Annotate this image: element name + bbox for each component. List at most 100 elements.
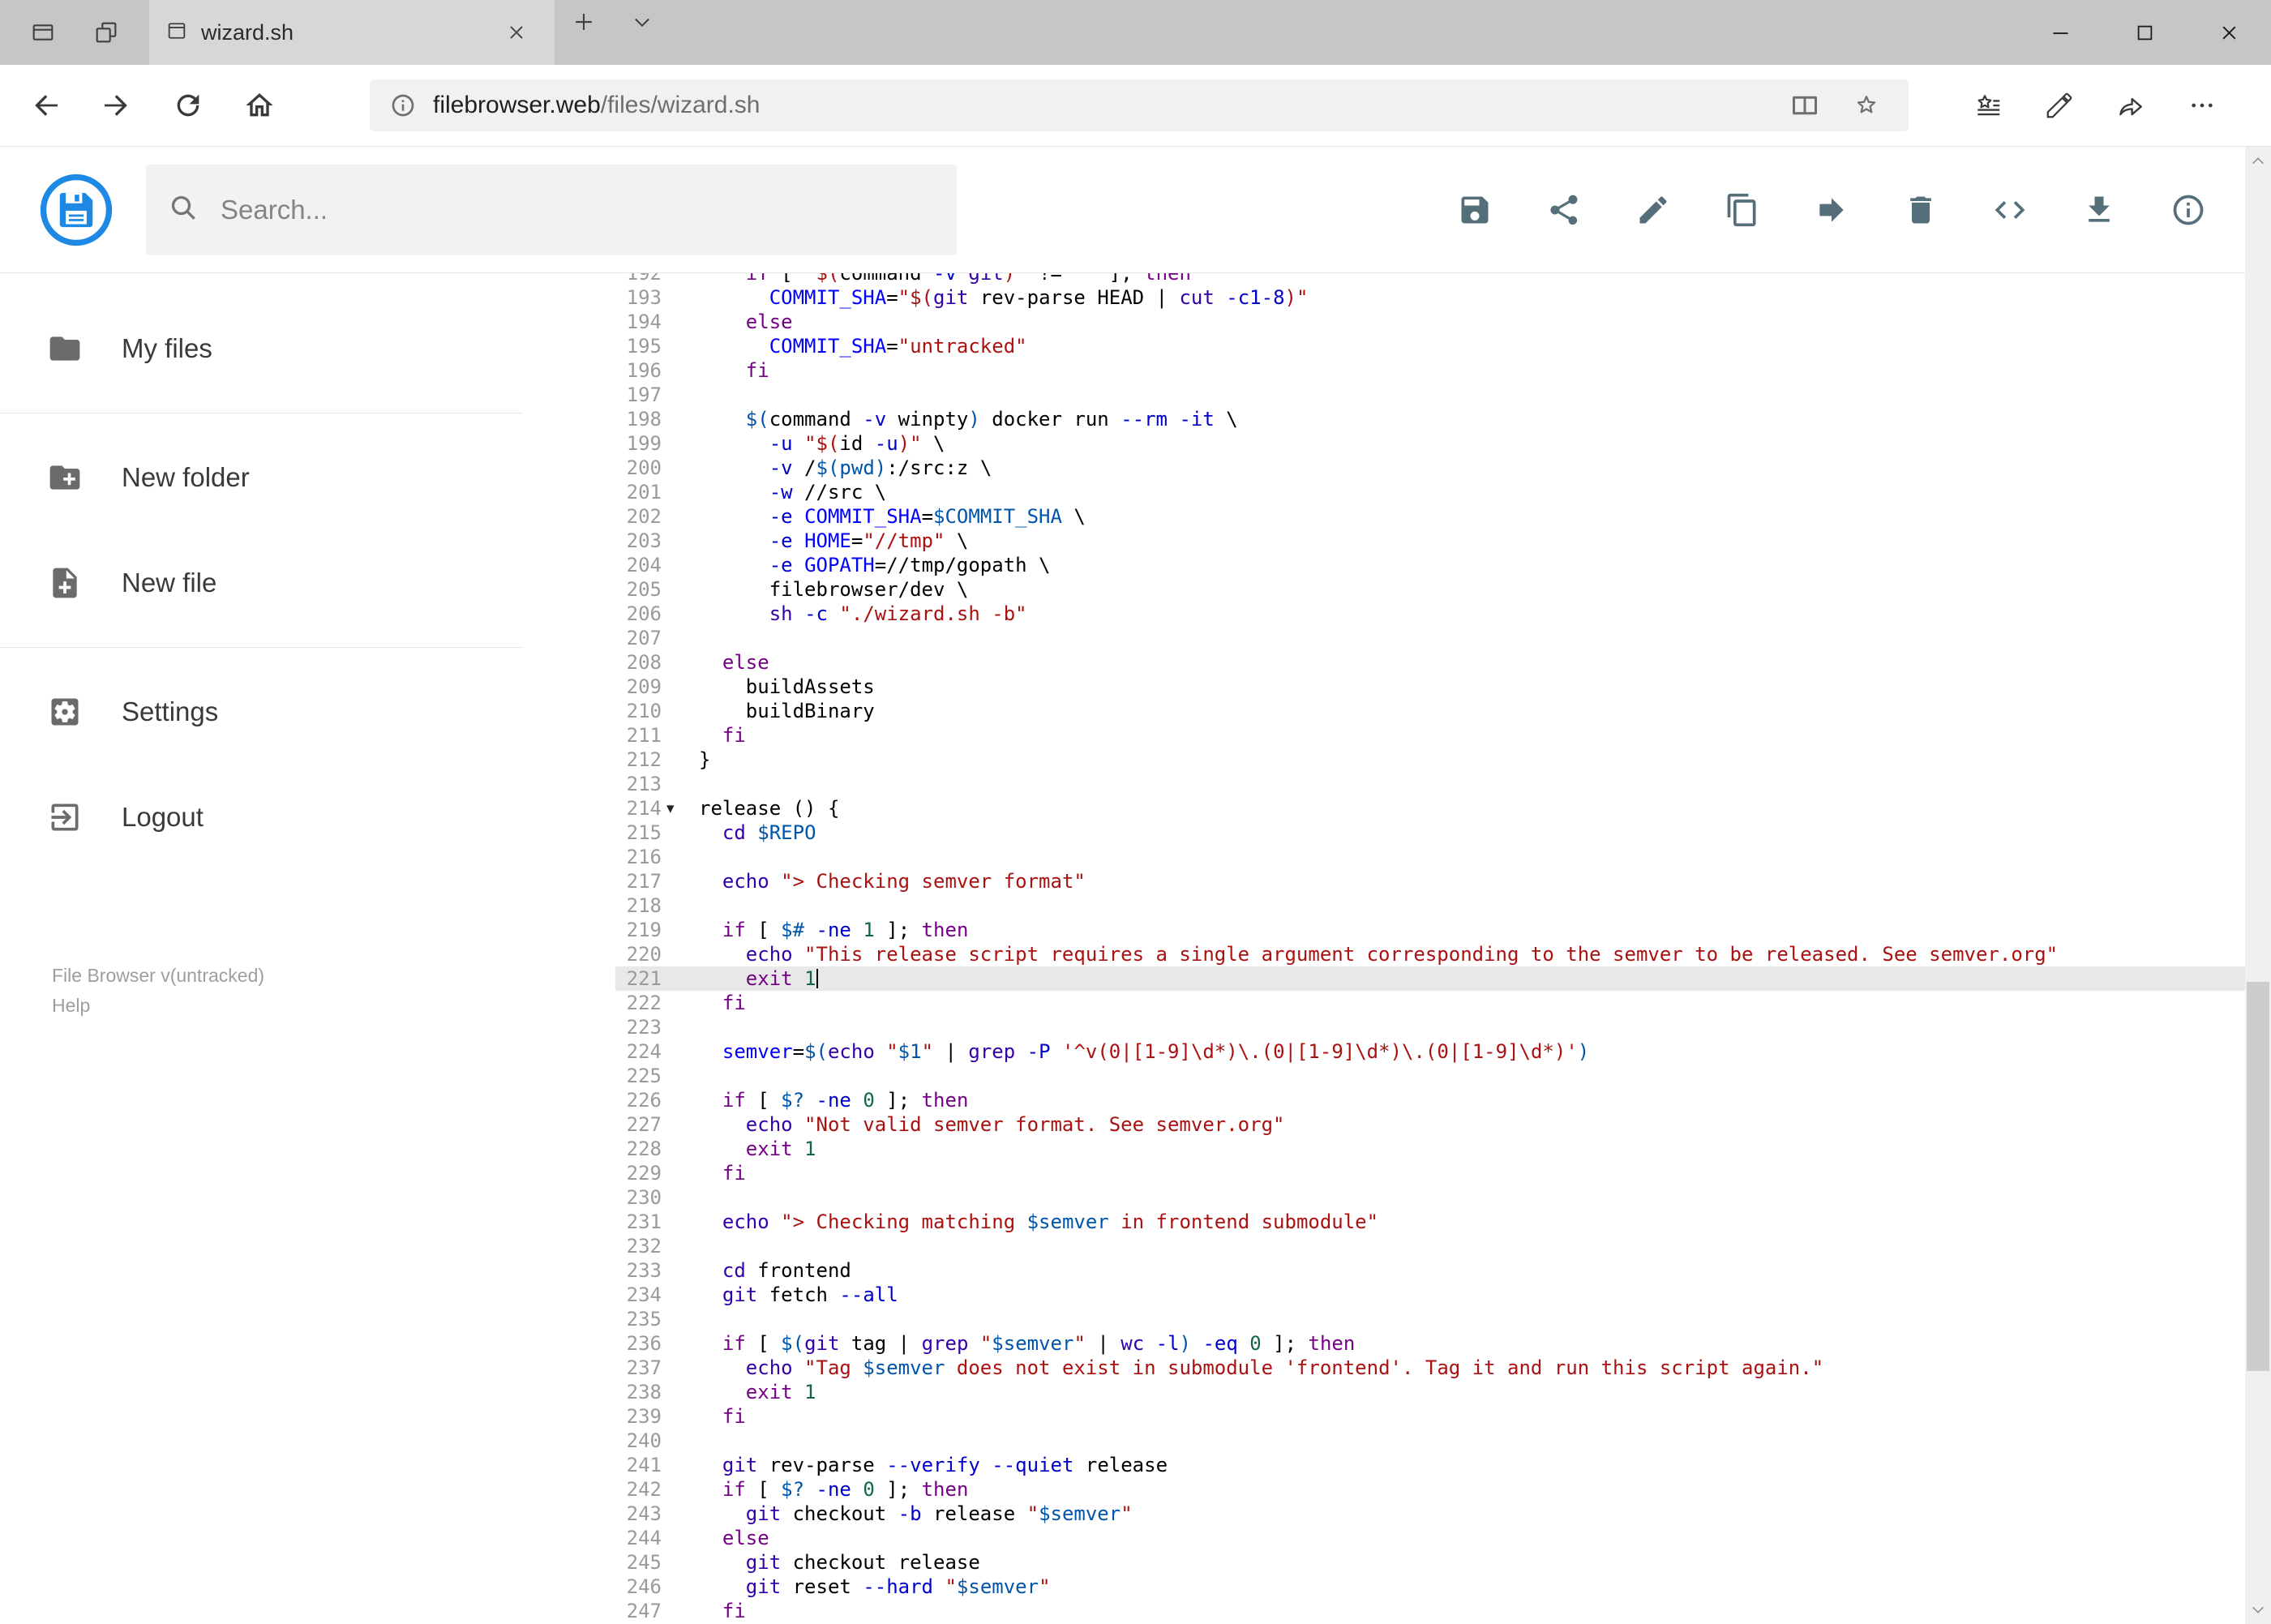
- share-page-button[interactable]: [2095, 70, 2166, 141]
- scroll-down-button[interactable]: [2245, 1596, 2271, 1622]
- code-line-242[interactable]: 242 if [ $? -ne 0 ]; then: [615, 1477, 2245, 1502]
- code-line-195[interactable]: 195 COMMIT_SHA="untracked": [615, 334, 2245, 358]
- code-line-214[interactable]: 214 ▾ release () {: [615, 796, 2245, 821]
- code-line-196[interactable]: 196 fi: [615, 358, 2245, 383]
- code-line-209[interactable]: 209 buildAssets: [615, 675, 2245, 699]
- code-line-244[interactable]: 244 else: [615, 1526, 2245, 1550]
- code-line-220[interactable]: 220 echo "This release script requires a…: [615, 942, 2245, 966]
- line-number: 205: [626, 578, 662, 601]
- code-line-205[interactable]: 205 filebrowser/dev \: [615, 577, 2245, 602]
- scroll-up-button[interactable]: [2245, 148, 2271, 174]
- code-line-198[interactable]: 198 $(command -v winpty) docker run --rm…: [615, 407, 2245, 431]
- favorite-button[interactable]: [1836, 81, 1897, 130]
- code-editor[interactable]: 192 if [ "$(command -v git)" != "" ]; th…: [615, 273, 2245, 1624]
- code-line-204[interactable]: 204 -e GOPATH=//tmp/gopath \: [615, 553, 2245, 577]
- save-button[interactable]: [1457, 192, 1493, 228]
- vertical-scrollbar[interactable]: [2245, 147, 2271, 1624]
- code-line-210[interactable]: 210 buildBinary: [615, 699, 2245, 723]
- search-bar[interactable]: Search...: [146, 164, 957, 255]
- annotate-button[interactable]: [2024, 70, 2095, 141]
- code-line-239[interactable]: 239 fi: [615, 1404, 2245, 1429]
- help-link[interactable]: Help: [52, 991, 264, 1021]
- code-line-217[interactable]: 217 echo "> Checking semver format": [615, 869, 2245, 893]
- more-button[interactable]: [2166, 70, 2238, 141]
- code-line-228[interactable]: 228 exit 1: [615, 1137, 2245, 1161]
- code-line-236[interactable]: 236 if [ $(git tag | grep "$semver" | wc…: [615, 1331, 2245, 1356]
- code-line-208[interactable]: 208 else: [615, 650, 2245, 675]
- address-bar[interactable]: filebrowser.web/files/wizard.sh: [370, 79, 1909, 131]
- sidebar-item-settings[interactable]: Settings: [0, 659, 523, 765]
- info-button[interactable]: [2170, 192, 2206, 228]
- code-line-225[interactable]: 225: [615, 1064, 2245, 1088]
- code-line-192[interactable]: 192 if [ "$(command -v git)" != "" ]; th…: [615, 273, 2245, 285]
- copy-button[interactable]: [1725, 192, 1760, 228]
- reading-view-button[interactable]: [1774, 81, 1836, 130]
- site-info-button[interactable]: [381, 92, 425, 118]
- code-line-222[interactable]: 222 fi: [615, 991, 2245, 1015]
- code-line-235[interactable]: 235: [615, 1307, 2245, 1331]
- code-line-215[interactable]: 215 cd $REPO: [615, 821, 2245, 845]
- code-line-240[interactable]: 240: [615, 1429, 2245, 1453]
- code-line-243[interactable]: 243 git checkout -b release "$semver": [615, 1502, 2245, 1526]
- close-button[interactable]: [2187, 0, 2271, 65]
- code-line-216[interactable]: 216: [615, 845, 2245, 869]
- maximize-button[interactable]: [2102, 0, 2187, 65]
- code-line-232[interactable]: 232: [615, 1234, 2245, 1258]
- code-line-238[interactable]: 238 exit 1: [615, 1380, 2245, 1404]
- code-line-223[interactable]: 223: [615, 1015, 2245, 1039]
- scrollbar-thumb[interactable]: [2247, 982, 2269, 1371]
- code-line-229[interactable]: 229 fi: [615, 1161, 2245, 1185]
- share-button[interactable]: [1546, 192, 1582, 228]
- tab-preview-button[interactable]: [21, 11, 65, 54]
- browser-tab[interactable]: wizard.sh: [149, 0, 555, 65]
- fold-marker-icon[interactable]: ▾: [662, 796, 699, 821]
- code-line-245[interactable]: 245 git checkout release: [615, 1550, 2245, 1575]
- sidebar-item-new-file[interactable]: New file: [0, 530, 523, 636]
- code-line-221[interactable]: 221 exit 1: [615, 966, 2245, 991]
- code-line-197[interactable]: 197: [615, 383, 2245, 407]
- set-tabs-aside-button[interactable]: [84, 11, 128, 54]
- move-button[interactable]: [1814, 192, 1849, 228]
- forward-button[interactable]: [81, 70, 152, 141]
- sidebar-item-logout[interactable]: Logout: [0, 765, 523, 870]
- code-line-234[interactable]: 234 git fetch --all: [615, 1283, 2245, 1307]
- delete-button[interactable]: [1903, 192, 1939, 228]
- code-line-211[interactable]: 211 fi: [615, 723, 2245, 748]
- code-line-200[interactable]: 200 -v /$(pwd):/src:z \: [615, 456, 2245, 480]
- code-line-246[interactable]: 246 git reset --hard "$semver": [615, 1575, 2245, 1599]
- code-line-193[interactable]: 193 COMMIT_SHA="$(git rev-parse HEAD | c…: [615, 285, 2245, 310]
- code-line-203[interactable]: 203 -e HOME="//tmp" \: [615, 529, 2245, 553]
- code-line-206[interactable]: 206 sh -c "./wizard.sh -b": [615, 602, 2245, 626]
- code-line-194[interactable]: 194 else: [615, 310, 2245, 334]
- minimize-button[interactable]: [2018, 0, 2102, 65]
- code-line-219[interactable]: 219 if [ $# -ne 1 ]; then: [615, 918, 2245, 942]
- code-line-233[interactable]: 233 cd frontend: [615, 1258, 2245, 1283]
- edit-button[interactable]: [1635, 192, 1671, 228]
- code-line-207[interactable]: 207: [615, 626, 2245, 650]
- code-line-226[interactable]: 226 if [ $? -ne 0 ]; then: [615, 1088, 2245, 1112]
- download-button[interactable]: [2081, 192, 2117, 228]
- refresh-button[interactable]: [152, 70, 224, 141]
- code-line-201[interactable]: 201 -w //src \: [615, 480, 2245, 504]
- home-button[interactable]: [224, 70, 295, 141]
- code-line-212[interactable]: 212}: [615, 748, 2245, 772]
- code-line-199[interactable]: 199 -u "$(id -u)" \: [615, 431, 2245, 456]
- code-line-230[interactable]: 230: [615, 1185, 2245, 1210]
- code-button[interactable]: [1992, 192, 2028, 228]
- new-tab-button[interactable]: [555, 0, 613, 44]
- code-line-231[interactable]: 231 echo "> Checking matching $semver in…: [615, 1210, 2245, 1234]
- code-line-227[interactable]: 227 echo "Not valid semver format. See s…: [615, 1112, 2245, 1137]
- code-line-247[interactable]: 247 fi: [615, 1599, 2245, 1623]
- sidebar-item-new-folder[interactable]: New folder: [0, 425, 523, 530]
- code-line-218[interactable]: 218: [615, 893, 2245, 918]
- tab-list-button[interactable]: [613, 0, 671, 44]
- code-line-213[interactable]: 213: [615, 772, 2245, 796]
- code-line-237[interactable]: 237 echo "Tag $semver does not exist in …: [615, 1356, 2245, 1380]
- hub-button[interactable]: [1952, 70, 2024, 141]
- tab-close-button[interactable]: [495, 11, 538, 54]
- back-button[interactable]: [10, 70, 81, 141]
- sidebar-item-my-files[interactable]: My files: [0, 296, 523, 401]
- code-line-224[interactable]: 224 semver=$(echo "$1" | grep -P '^v(0|[…: [615, 1039, 2245, 1064]
- code-line-241[interactable]: 241 git rev-parse --verify --quiet relea…: [615, 1453, 2245, 1477]
- code-line-202[interactable]: 202 -e COMMIT_SHA=$COMMIT_SHA \: [615, 504, 2245, 529]
